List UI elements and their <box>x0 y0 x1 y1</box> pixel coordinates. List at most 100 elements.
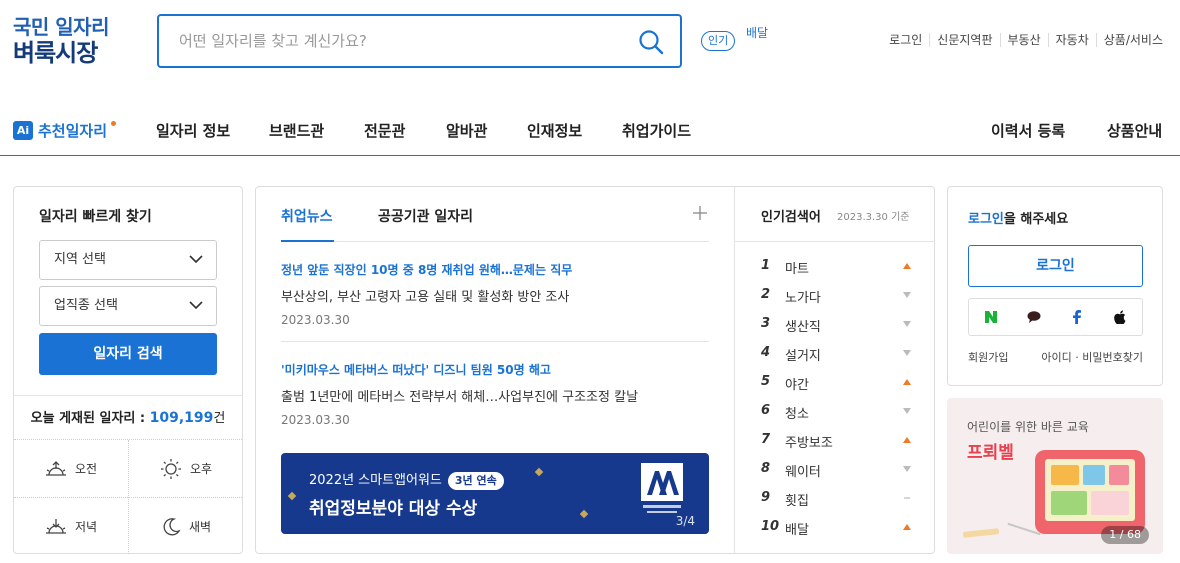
keyword-rank: 2 <box>761 287 771 302</box>
shift-evening[interactable]: 저녁 <box>14 498 128 555</box>
keyword-rank: 6 <box>761 403 771 418</box>
industry-select[interactable]: 업직종 선택 <box>39 286 217 326</box>
popular-keyword-item[interactable]: 6 청소 <box>761 401 911 422</box>
popular-keyword-item[interactable]: 9 횟집 <box>761 488 911 509</box>
top-link-login[interactable]: 로그인 <box>882 33 929 47</box>
apple-icon <box>1114 310 1126 324</box>
news-headline[interactable]: 정년 앞둔 직장인 10명 중 8명 재취업 원해…문제는 직무 <box>281 261 709 278</box>
popular-keyword-item[interactable]: 1 마트 <box>761 256 911 277</box>
nav-brand[interactable]: 브랜드관 <box>269 120 324 141</box>
nav-alba[interactable]: 알바관 <box>446 120 487 141</box>
login-panel: 로그인을 해주세요 로그인 회원가입 아이디 · 비밀번호찾기 <box>947 186 1163 386</box>
new-dot-icon <box>111 121 117 126</box>
login-button[interactable]: 로그인 <box>968 245 1143 287</box>
top-link-realestate[interactable]: 부동산 <box>999 33 1048 47</box>
keyword-rank: 7 <box>761 432 771 447</box>
facebook-login-button[interactable] <box>1056 299 1099 335</box>
ad-line1: 어린이를 위한 바른 교육 <box>967 420 1089 434</box>
ad-banner[interactable]: 어린이를 위한 바른 교육 프뢰벨 1 / 68 <box>947 398 1163 554</box>
nav-ai-recommend[interactable]: Ai 추천일자리 <box>13 120 117 141</box>
chevron-down-icon <box>189 301 203 310</box>
quick-search-panel: 일자리 빠르게 찾기 지역 선택 업직종 선택 일자리 검색 오늘 게재된 일자… <box>13 186 243 554</box>
banner-line1: 2022년 스마트앱어워드 3년 연속 <box>309 469 504 490</box>
news-item[interactable]: 정년 앞둔 직장인 10명 중 8명 재취업 원해…문제는 직무 부산상의, 부… <box>281 261 709 327</box>
search-box <box>157 14 682 68</box>
shift-dawn[interactable]: 새벽 <box>129 498 243 555</box>
nav-career-guide[interactable]: 취업가이드 <box>622 120 691 141</box>
quick-search-title: 일자리 빠르게 찾기 <box>39 209 152 225</box>
login-links: 회원가입 아이디 · 비밀번호찾기 <box>968 349 1143 365</box>
sunrise-icon <box>45 460 66 476</box>
news-item[interactable]: '미키마우스 메타버스 떠났다' 디즈니 팀원 50명 해고 출범 1년만에 메… <box>281 361 709 427</box>
login-link[interactable]: 로그인 <box>968 212 1004 227</box>
shift-afternoon[interactable]: 오후 <box>129 440 243 497</box>
top-link-products[interactable]: 상품/서비스 <box>1095 33 1163 47</box>
nav-job-info[interactable]: 일자리 정보 <box>156 120 230 141</box>
news-date: 2023.03.30 <box>281 313 350 327</box>
news-headline[interactable]: '미키마우스 메타버스 떠났다' 디즈니 팀원 50명 해고 <box>281 361 709 378</box>
popular-keyword-item[interactable]: 7 주방보조 <box>761 430 911 451</box>
top-link-car[interactable]: 자동차 <box>1047 33 1096 47</box>
banner-line2: 취업정보분야 대상 수상 <box>309 499 478 519</box>
ai-icon: Ai <box>13 121 33 140</box>
plus-icon[interactable] <box>693 206 707 220</box>
popular-keyword-item[interactable]: 3 생산직 <box>761 314 911 335</box>
signup-link[interactable]: 회원가입 <box>968 351 1008 364</box>
keyword-name: 횟집 <box>785 494 809 509</box>
trend-up-icon <box>903 379 911 385</box>
kakao-login-button[interactable] <box>1012 299 1055 335</box>
news-summary: 출범 1년만에 메타버스 전략부서 해체…사업부진에 구조조정 칼날 <box>281 390 639 405</box>
site-logo[interactable]: 국민 일자리 벼룩시장 <box>13 14 109 66</box>
nav-talent[interactable]: 인재정보 <box>527 120 582 141</box>
sunset-icon <box>45 518 66 534</box>
keyword-name: 웨이터 <box>785 465 821 480</box>
top-link-newspaper[interactable]: 신문지역판 <box>929 33 999 47</box>
today-unit: 건 <box>213 411 226 426</box>
banner-badge: 3년 연속 <box>447 472 504 490</box>
kakao-icon <box>1027 311 1041 323</box>
search-input[interactable] <box>179 28 619 54</box>
logo-line1: 국민 일자리 <box>13 15 109 39</box>
tab-job-news[interactable]: 취업뉴스 <box>281 206 333 226</box>
naver-login-button[interactable] <box>969 299 1012 335</box>
keyword-rank: 8 <box>761 461 771 476</box>
nav-resume-register[interactable]: 이력서 등록 <box>991 120 1065 141</box>
facebook-icon <box>1073 310 1082 324</box>
trend-same-icon <box>904 497 910 499</box>
shift-morning[interactable]: 오전 <box>14 440 128 497</box>
award-banner[interactable]: 2022년 스마트앱어워드 3년 연속 취업정보분야 대상 수상 3/4 <box>281 453 709 534</box>
trend-up-icon <box>903 437 911 443</box>
shift-grid: 오전 오후 저녁 새벽 <box>14 440 242 554</box>
keyword-name: 노가다 <box>785 291 821 306</box>
ad-pager[interactable]: 1 / 68 <box>1101 526 1149 544</box>
trend-down-icon <box>903 466 911 472</box>
keyword-rank: 1 <box>761 258 771 273</box>
banner-pager[interactable]: 3/4 <box>676 514 695 528</box>
keyword-rank: 9 <box>761 490 771 505</box>
today-label: 오늘 게재된 일자리 : <box>30 411 150 426</box>
nav-product-info[interactable]: 상품안내 <box>1107 120 1162 141</box>
nav-expert[interactable]: 전문관 <box>364 120 405 141</box>
popular-rolling-keyword[interactable]: 배달 <box>746 26 776 48</box>
popular-keyword-item[interactable]: 5 야간 <box>761 372 911 393</box>
search-icon[interactable] <box>638 29 664 55</box>
tab-public-jobs[interactable]: 공공기관 일자리 <box>378 206 473 226</box>
popular-date: 2023.3.30 기준 <box>837 212 910 223</box>
shift-label: 새벽 <box>188 520 212 534</box>
keyword-name: 야간 <box>785 378 809 393</box>
region-select[interactable]: 지역 선택 <box>39 240 217 280</box>
shift-label: 오후 <box>189 462 213 476</box>
popular-keyword-item[interactable]: 2 노가다 <box>761 285 911 306</box>
apple-login-button[interactable] <box>1099 299 1142 335</box>
chevron-down-icon <box>189 255 203 264</box>
job-search-button[interactable]: 일자리 검색 <box>39 333 217 375</box>
popular-keyword-item[interactable]: 10 배달 <box>761 517 911 538</box>
popular-badge: 인기 <box>701 31 736 51</box>
find-account-link[interactable]: 아이디 · 비밀번호찾기 <box>1041 349 1143 365</box>
keyword-name: 마트 <box>785 262 809 277</box>
sun-icon <box>160 458 181 479</box>
popular-keyword-item[interactable]: 4 설거지 <box>761 343 911 364</box>
popular-keyword-item[interactable]: 8 웨이터 <box>761 459 911 480</box>
trend-down-icon <box>903 350 911 356</box>
keyword-name: 생산직 <box>785 320 821 335</box>
